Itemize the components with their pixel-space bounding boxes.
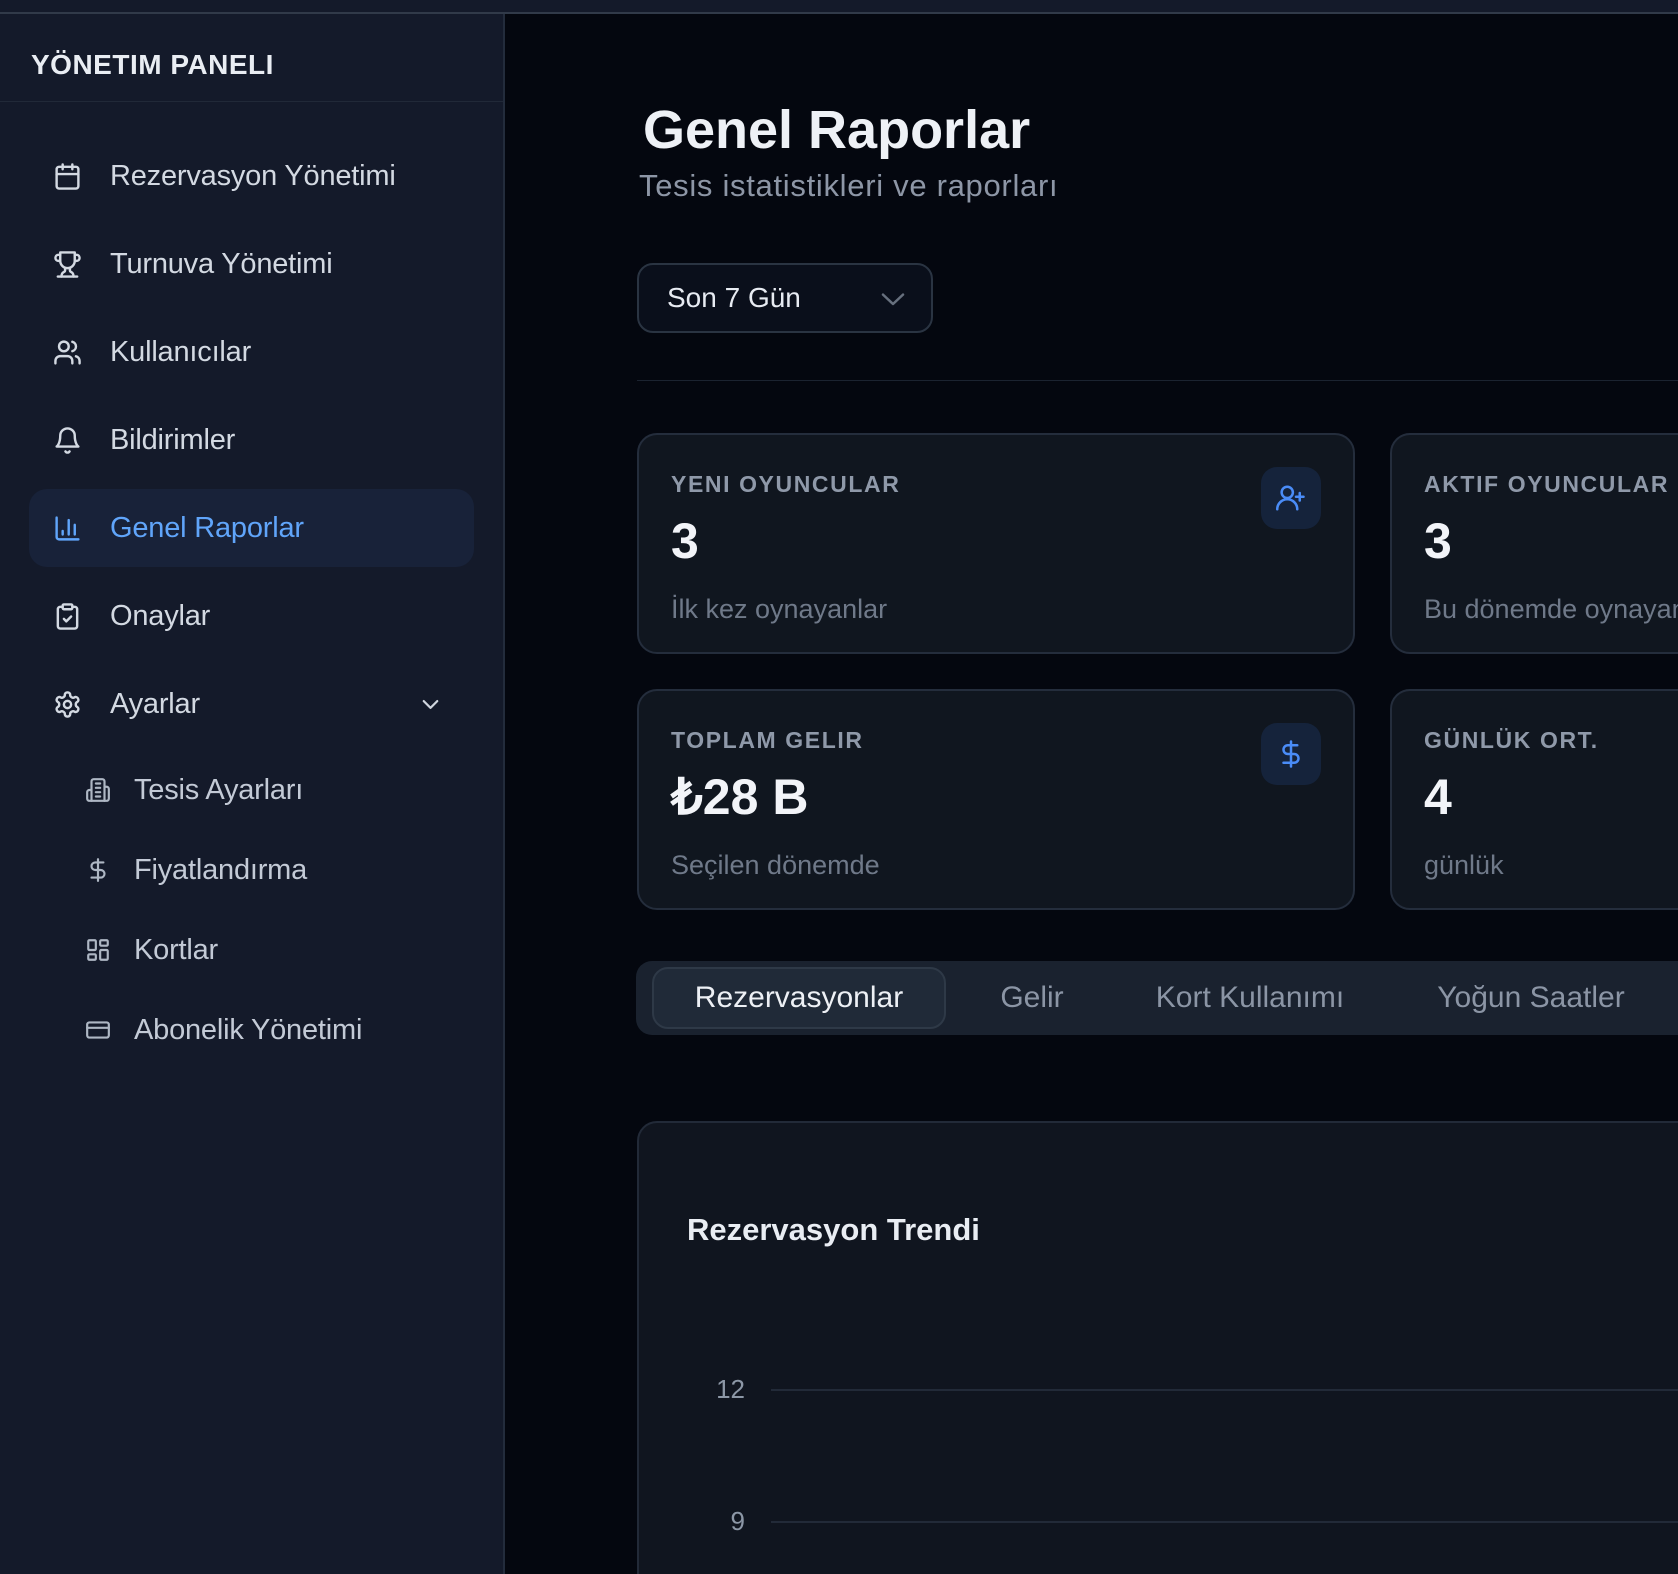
dollar-icon xyxy=(1276,739,1306,769)
main-content: Genel Raporlar Tesis istatistikleri ve r… xyxy=(507,14,1678,1574)
sidebar-item-onaylar[interactable]: Onaylar xyxy=(29,577,474,655)
page-title: Genel Raporlar xyxy=(643,99,1030,161)
sidebar-item-label: Rezervasyon Yönetimi xyxy=(110,160,396,193)
stat-sub: İlk kez oynayanlar xyxy=(671,593,887,625)
sidebar-item-ayarlar[interactable]: Ayarlar xyxy=(29,665,474,743)
stat-value: 4 xyxy=(1424,767,1452,827)
app-title: YÖNETIM PANELI xyxy=(31,50,274,80)
header-divider xyxy=(637,380,1678,381)
sidebar-item-genel-raporlar[interactable]: Genel Raporlar xyxy=(29,489,474,567)
tab-gelir[interactable]: Gelir xyxy=(957,961,1107,1035)
stat-card-yeni-oyuncular: YENI OYUNCULAR 3 İlk kez oynayanlar xyxy=(637,433,1355,654)
stat-label: AKTIF OYUNCULAR xyxy=(1424,471,1669,498)
sidebar-item-kortlar[interactable]: Kortlar xyxy=(29,917,474,983)
period-select-value: Son 7 Gün xyxy=(667,265,801,331)
chevron-down-icon xyxy=(417,691,444,718)
gridline xyxy=(771,1521,1678,1523)
chevron-down-icon xyxy=(878,284,908,314)
tab-yogun-saatler[interactable]: Yoğun Saatler xyxy=(1396,961,1666,1035)
period-select[interactable]: Son 7 Gün xyxy=(637,263,933,333)
sidebar-item-label: Abonelik Yönetimi xyxy=(134,1014,362,1047)
sidebar-item-label: Kortlar xyxy=(134,934,218,967)
sidebar-item-label: Kullanıcılar xyxy=(110,336,251,369)
layout-dashboard-icon xyxy=(85,937,111,963)
stat-sub: günlük xyxy=(1424,849,1504,881)
stat-icon-badge xyxy=(1261,723,1321,785)
sidebar-item-label: Genel Raporlar xyxy=(110,512,304,545)
sidebar-item-label: Onaylar xyxy=(110,600,210,633)
y-axis-tick-9: 9 xyxy=(639,1505,745,1537)
sidebar-item-tesis-ayarlari[interactable]: Tesis Ayarları xyxy=(29,757,474,823)
stat-sub: Seçilen dönemde xyxy=(671,849,880,881)
dashboard-page: YÖNETIM PANELI Rezervasyon Yönetimi Turn… xyxy=(0,0,1678,1574)
stat-value: 3 xyxy=(1424,511,1452,571)
gridline xyxy=(771,1389,1678,1391)
trophy-icon xyxy=(53,250,82,279)
sidebar-item-label: Ayarlar xyxy=(110,688,200,721)
sidebar-item-label: Bildirimler xyxy=(110,424,235,457)
stat-card-aktif-oyuncular: AKTIF OYUNCULAR 3 Bu dönemde oynayanlar xyxy=(1390,433,1678,654)
sidebar-item-turnuva-yonetimi[interactable]: Turnuva Yönetimi xyxy=(29,225,474,303)
stat-label: GÜNLÜK ORT. xyxy=(1424,727,1599,754)
page-subtitle: Tesis istatistikleri ve raporları xyxy=(639,169,1058,203)
sidebar: YÖNETIM PANELI Rezervasyon Yönetimi Turn… xyxy=(0,14,505,1574)
calendar-icon xyxy=(53,162,82,191)
tab-rezervasyonlar[interactable]: Rezervasyonlar xyxy=(652,967,946,1029)
stat-sub: Bu dönemde oynayanlar xyxy=(1424,593,1678,625)
bell-icon xyxy=(53,426,82,455)
chart-card: Rezervasyon Trendi 12 9 xyxy=(637,1121,1678,1574)
building-icon xyxy=(85,777,111,803)
tab-kort-kullanimi[interactable]: Kort Kullanımı xyxy=(1120,961,1380,1035)
dollar-icon xyxy=(85,857,111,883)
stat-label: YENI OYUNCULAR xyxy=(671,471,900,498)
sidebar-item-abonelik-yonetimi[interactable]: Abonelik Yönetimi xyxy=(29,997,474,1063)
users-icon xyxy=(53,338,82,367)
report-tabs: Rezervasyonlar Gelir Kort Kullanımı Yoğu… xyxy=(636,961,1678,1035)
gear-icon xyxy=(53,690,82,719)
sidebar-subnav: Tesis Ayarları Fiyatlandırma Kortlar Abo… xyxy=(29,757,474,1063)
sidebar-item-kullanicilar[interactable]: Kullanıcılar xyxy=(29,313,474,391)
sidebar-header: YÖNETIM PANELI xyxy=(0,14,503,102)
sidebar-item-fiyatlandirma[interactable]: Fiyatlandırma xyxy=(29,837,474,903)
sidebar-item-label: Turnuva Yönetimi xyxy=(110,248,332,281)
stat-icon-badge xyxy=(1261,467,1321,529)
stat-value: ₺28 B xyxy=(671,767,808,827)
chart-title: Rezervasyon Trendi xyxy=(687,1211,980,1249)
stat-card-gunluk-ort: GÜNLÜK ORT. 4 günlük xyxy=(1390,689,1678,910)
sidebar-item-bildirimler[interactable]: Bildirimler xyxy=(29,401,474,479)
user-plus-icon xyxy=(1276,483,1306,513)
sidebar-item-label: Fiyatlandırma xyxy=(134,854,307,887)
sidebar-nav: Rezervasyon Yönetimi Turnuva Yönetimi Ku… xyxy=(29,137,474,1077)
sidebar-item-label: Tesis Ayarları xyxy=(134,774,303,807)
top-strip xyxy=(0,0,1678,14)
chart-column-icon xyxy=(53,514,82,543)
sidebar-item-rezervasyon-yonetimi[interactable]: Rezervasyon Yönetimi xyxy=(29,137,474,215)
stat-card-toplam-gelir: TOPLAM GELIR ₺28 B Seçilen dönemde xyxy=(637,689,1355,910)
clipboard-check-icon xyxy=(53,602,82,631)
y-axis-tick-12: 12 xyxy=(639,1373,745,1405)
stat-value: 3 xyxy=(671,511,699,571)
stat-label: TOPLAM GELIR xyxy=(671,727,864,754)
credit-card-icon xyxy=(85,1017,111,1043)
